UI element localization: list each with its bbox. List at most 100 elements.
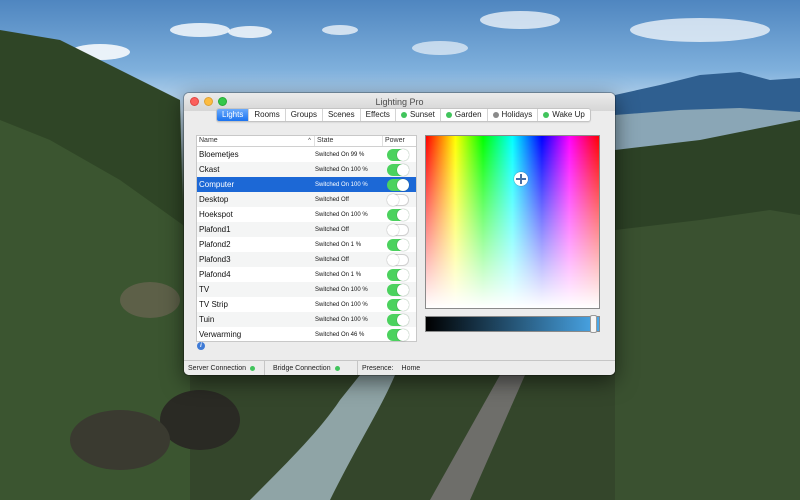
light-state: Switched On 100 % [315, 166, 368, 173]
tab-label: Rooms [254, 110, 280, 119]
light-name: Verwarming [199, 330, 242, 339]
power-toggle[interactable] [387, 238, 409, 251]
table-row[interactable]: Verwarming Switched On 46 % [197, 327, 416, 342]
tab-rooms[interactable]: Rooms [249, 109, 286, 121]
column-header-power[interactable]: Power [383, 136, 414, 146]
table-row[interactable]: Computer Switched On 100 % [197, 177, 416, 192]
light-name: Plafond2 [199, 240, 231, 249]
light-state: Switched On 100 % [315, 211, 368, 218]
table-row[interactable]: Bloemetjes Switched On 99 % [197, 147, 416, 162]
table-row[interactable]: TV Switched On 100 % [197, 282, 416, 297]
light-state: Switched On 1 % [315, 271, 362, 278]
tab-label: Sunset [409, 110, 435, 119]
light-name: Computer [199, 180, 235, 189]
tab-scenes[interactable]: Scenes [323, 109, 361, 121]
color-picker-crosshair-icon[interactable] [514, 172, 529, 186]
server-connection-status: Server Connection [184, 361, 265, 375]
power-toggle[interactable] [387, 313, 409, 326]
close-window-button[interactable] [190, 97, 199, 106]
light-name: TV [199, 285, 210, 294]
power-toggle[interactable] [387, 328, 409, 341]
tab-wake-up[interactable]: Wake Up [538, 109, 590, 121]
zoom-window-button[interactable] [218, 97, 227, 106]
table-row[interactable]: Hoekspot Switched On 100 % [197, 207, 416, 222]
bridge-connection-status: Bridge Connection [265, 361, 358, 375]
status-dot-icon [400, 112, 407, 118]
tab-lights[interactable]: Lights [217, 109, 250, 121]
light-power-cell [387, 313, 414, 326]
power-toggle[interactable] [387, 178, 409, 191]
tab-holidays[interactable]: Holidays [488, 109, 539, 121]
toggle-knob [397, 268, 409, 281]
table-row[interactable]: Plafond3 Switched Off [197, 252, 416, 267]
minimize-window-button[interactable] [204, 97, 213, 106]
light-power-cell [387, 148, 414, 161]
column-header-state[interactable]: State [315, 136, 383, 146]
light-state: Switched On 100 % [315, 316, 368, 323]
tab-garden[interactable]: Garden [441, 109, 488, 121]
table-row[interactable]: Plafond1 Switched Off [197, 222, 416, 237]
power-toggle[interactable] [387, 163, 409, 176]
light-state: Switched On 100 % [315, 301, 368, 308]
toggle-knob [397, 238, 409, 251]
window-title: Lighting Pro [375, 97, 424, 107]
light-state: Switched Off [315, 256, 349, 263]
lighting-pro-window: Lighting Pro Lights Rooms Groups Scenes Effe… [184, 93, 615, 375]
table-row[interactable]: Plafond2 Switched On 1 % [197, 237, 416, 252]
light-name: Plafond1 [199, 225, 231, 234]
light-power-cell [387, 238, 414, 251]
toggle-knob [397, 163, 409, 176]
brightness-slider[interactable] [425, 315, 600, 333]
power-toggle[interactable] [387, 298, 409, 311]
power-toggle[interactable] [387, 148, 409, 161]
toggle-knob [387, 253, 399, 266]
light-power-cell [387, 253, 414, 266]
toggle-knob [397, 313, 409, 326]
light-power-cell [387, 208, 414, 221]
power-toggle[interactable] [387, 223, 409, 236]
status-dot-icon [445, 112, 452, 118]
presence-status: Presence: Home [362, 364, 421, 372]
table-row[interactable]: TV Strip Switched On 100 % [197, 297, 416, 312]
light-state: Switched On 100 % [315, 286, 368, 293]
light-power-cell [387, 298, 414, 311]
tab-label: Wake Up [552, 110, 585, 119]
light-power-cell [387, 223, 414, 236]
light-state: Switched Off [315, 196, 349, 203]
table-row[interactable]: Ckast Switched On 100 % [197, 162, 416, 177]
table-row[interactable]: Tuin Switched On 100 % [197, 312, 416, 327]
power-toggle[interactable] [387, 283, 409, 296]
tab-label: Holidays [501, 110, 533, 119]
power-toggle[interactable] [387, 193, 409, 206]
power-toggle[interactable] [387, 208, 409, 221]
tab-label: Effects [365, 110, 390, 119]
window-controls [190, 97, 227, 106]
light-name: Plafond3 [199, 255, 231, 264]
light-power-cell [387, 163, 414, 176]
table-row[interactable]: Desktop Switched Off [197, 192, 416, 207]
light-name: Bloemetjes [199, 150, 239, 159]
lights-table: Name ^ State Power Bloemetjes Switched On… [196, 135, 417, 342]
color-picker-area[interactable] [425, 135, 600, 309]
toggle-knob [397, 148, 409, 161]
tab-effects[interactable]: Effects [361, 109, 396, 121]
brightness-slider-handle[interactable] [590, 315, 598, 333]
light-name: Ckast [199, 165, 220, 174]
power-toggle[interactable] [387, 253, 409, 266]
table-body: Bloemetjes Switched On 99 % Ckast Switched … [197, 147, 416, 342]
light-name: TV Strip [199, 300, 228, 309]
chevron-up-icon: ^ [308, 138, 311, 144]
toggle-knob [397, 283, 409, 296]
toggle-knob [387, 193, 399, 206]
table-row[interactable]: Plafond4 Switched On 1 % [197, 267, 416, 282]
toggle-knob [397, 328, 409, 341]
tab-groups[interactable]: Groups [286, 109, 323, 121]
power-toggle[interactable] [387, 268, 409, 281]
light-state: Switched On 1 % [315, 241, 362, 248]
tab-sunset[interactable]: Sunset [396, 109, 441, 121]
light-name: Tuin [199, 315, 215, 324]
column-header-name[interactable]: Name ^ [197, 136, 315, 146]
info-icon[interactable]: i [197, 342, 205, 350]
status-dot-icon [543, 112, 550, 118]
light-power-cell [387, 178, 414, 191]
